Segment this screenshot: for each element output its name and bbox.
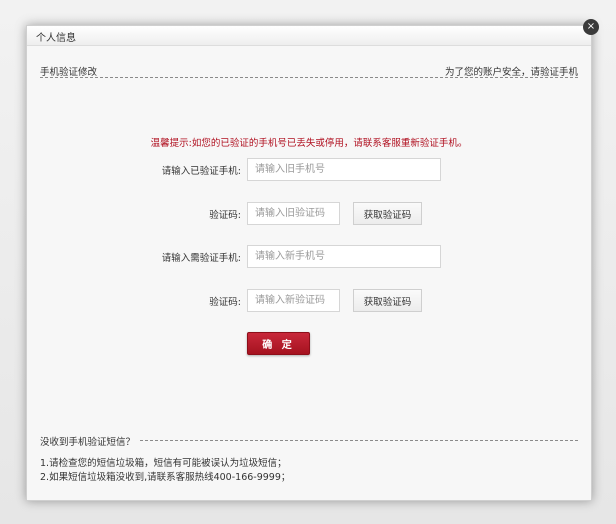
dialog-titlebar: 个人信息 — [27, 26, 591, 46]
personal-info-dialog: 个人信息 × 手机验证修改 为了您的账户安全，请验证手机 温馨提示:如您的已验证… — [26, 19, 599, 501]
section-title: 手机验证修改 — [40, 67, 98, 78]
old-code-label: 验证码: — [209, 210, 241, 221]
confirm-button[interactable]: 确 定 — [247, 332, 310, 355]
old-phone-input[interactable] — [247, 158, 441, 181]
new-phone-label: 请输入需验证手机: — [161, 253, 241, 264]
help-line-2: 2.如果短信垃圾箱没收到,请联系客服热线400-166-9999； — [40, 472, 291, 483]
get-old-code-button[interactable]: 获取验证码 — [353, 202, 422, 225]
get-new-code-button[interactable]: 获取验证码 — [353, 289, 422, 312]
help-line-1: 1.请检查您的短信垃圾箱，短信有可能被误认为垃圾短信； — [40, 458, 287, 469]
dialog-title: 个人信息 — [36, 33, 76, 44]
new-code-label: 验证码: — [209, 297, 241, 308]
help-header: 没收到手机验证短信？ — [40, 434, 578, 448]
new-phone-input[interactable] — [247, 245, 441, 268]
help-title: 没收到手机验证短信？ — [40, 434, 140, 448]
section-note: 为了您的账户安全，请验证手机 — [444, 67, 578, 78]
new-code-input[interactable] — [247, 289, 340, 312]
close-icon[interactable]: × — [583, 19, 599, 35]
old-phone-label: 请输入已验证手机: — [161, 166, 241, 177]
section-header: 手机验证修改 为了您的账户安全，请验证手机 — [40, 64, 578, 78]
old-code-input[interactable] — [247, 202, 340, 225]
warm-tip: 温馨提示:如您的已验证的手机号已丢失或停用，请联系客服重新验证手机。 — [150, 138, 468, 149]
